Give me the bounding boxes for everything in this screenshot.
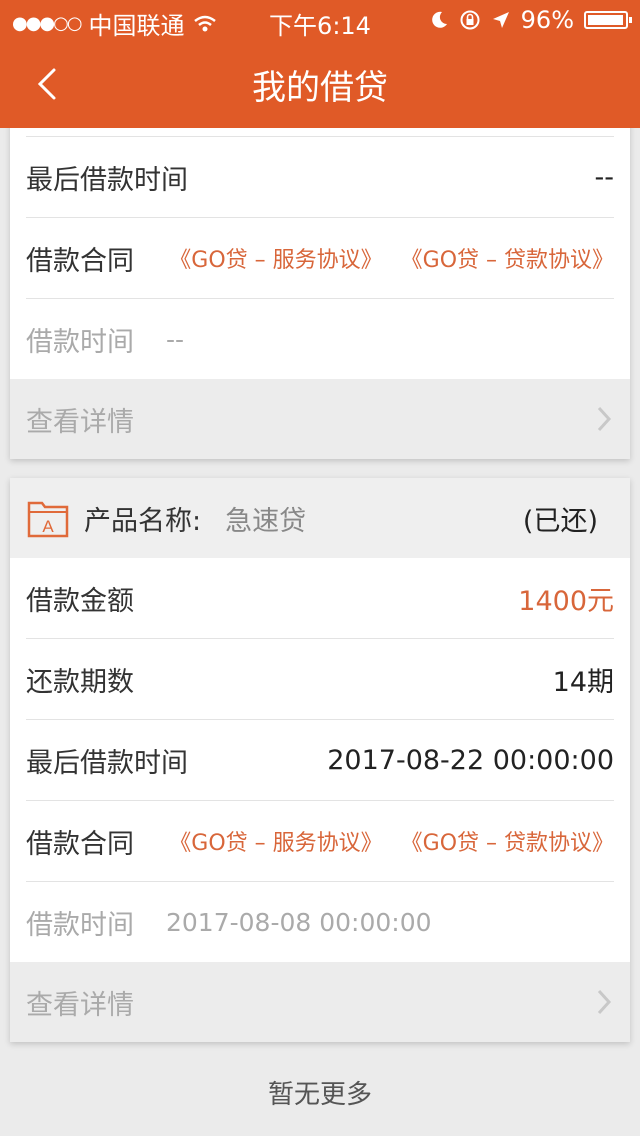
folder-icon: A xyxy=(27,501,69,538)
status-badge: (已还) xyxy=(522,505,598,537)
service-agreement-link[interactable]: 《GO贷 – 服务协议》 xyxy=(169,242,382,274)
page-title: 我的借贷 xyxy=(252,68,388,108)
loan-amount-row: 借款金额 1400元 xyxy=(26,558,614,639)
battery-percent: 96% xyxy=(520,6,574,34)
repayment-periods-label: 还款期数 xyxy=(26,666,134,698)
nav-bar: 我的借贷 xyxy=(0,40,640,128)
loan-amount-value: 1400元 xyxy=(518,585,614,617)
loan-time-row: 借款时间 -- xyxy=(26,299,614,379)
contract-label: 借款合同 xyxy=(26,828,134,860)
svg-text:A: A xyxy=(42,517,54,536)
loan-time-label: 借款时间 xyxy=(26,909,134,941)
service-agreement-link[interactable]: 《GO贷 – 服务协议》 xyxy=(169,825,382,857)
view-details-button[interactable]: 查看详情 xyxy=(10,962,630,1042)
chevron-right-icon xyxy=(597,406,612,432)
view-details-label: 查看详情 xyxy=(26,406,134,438)
battery-icon xyxy=(584,11,632,29)
last-loan-time-label: 最后借款时间 xyxy=(26,747,188,779)
no-more-text: 暂无更多 xyxy=(267,1080,372,1110)
loan-time-label: 借款时间 xyxy=(26,326,134,358)
contract-row: 借款合同 《GO贷 – 服务协议》 《GO贷 – 贷款协议》 xyxy=(26,801,614,882)
moon-icon xyxy=(431,11,447,28)
repayment-periods-row: 还款期数 14期 xyxy=(26,639,614,720)
battery-fill xyxy=(588,15,623,25)
loan-card: A 产品名称: 急速贷 (已还) 借款金额 1400元 还款期数 14期 最后借… xyxy=(10,478,630,1042)
loan-time-value: 2017-08-08 00:00:00 xyxy=(166,907,432,937)
status-right: 96% xyxy=(429,6,632,34)
product-name-label: 产品名称: xyxy=(84,505,202,537)
last-loan-time-row: 最后借款时间 2017-08-22 00:00:00 xyxy=(26,720,614,801)
loan-card: 最后借款时间 -- 借款合同 《GO贷 – 服务协议》 《GO贷 – 贷款协议》… xyxy=(10,128,630,459)
last-loan-time-value: 2017-08-22 00:00:00 xyxy=(327,744,614,776)
view-details-button[interactable]: 查看详情 xyxy=(10,379,630,459)
contract-label: 借款合同 xyxy=(26,245,134,277)
loan-time-value: -- xyxy=(166,324,185,354)
rotation-lock-icon xyxy=(460,10,480,30)
repayment-periods-value: 14期 xyxy=(552,666,614,698)
chevron-right-icon xyxy=(597,989,612,1015)
row-divider xyxy=(26,128,614,137)
loan-amount-label: 借款金额 xyxy=(26,585,134,617)
loan-agreement-link[interactable]: 《GO贷 – 贷款协议》 xyxy=(401,825,614,857)
status-bar: ●●●○○ 中国联通 下午6:14 96% xyxy=(0,0,640,40)
loan-agreement-link[interactable]: 《GO贷 – 贷款协议》 xyxy=(401,242,614,274)
location-arrow-icon xyxy=(492,12,509,28)
loan-time-row: 借款时间 2017-08-08 00:00:00 xyxy=(26,882,614,962)
card-header: A 产品名称: 急速贷 (已还) xyxy=(10,478,630,558)
product-name-value: 急速贷 xyxy=(225,505,307,537)
contract-row: 借款合同 《GO贷 – 服务协议》 《GO贷 – 贷款协议》 xyxy=(26,218,614,299)
loan-list: 最后借款时间 -- 借款合同 《GO贷 – 服务协议》 《GO贷 – 贷款协议》… xyxy=(0,128,640,1136)
last-loan-time-value: -- xyxy=(594,161,615,193)
last-loan-time-row: 最后借款时间 -- xyxy=(26,137,614,218)
last-loan-time-label: 最后借款时间 xyxy=(26,164,188,196)
view-details-label: 查看详情 xyxy=(26,989,134,1021)
